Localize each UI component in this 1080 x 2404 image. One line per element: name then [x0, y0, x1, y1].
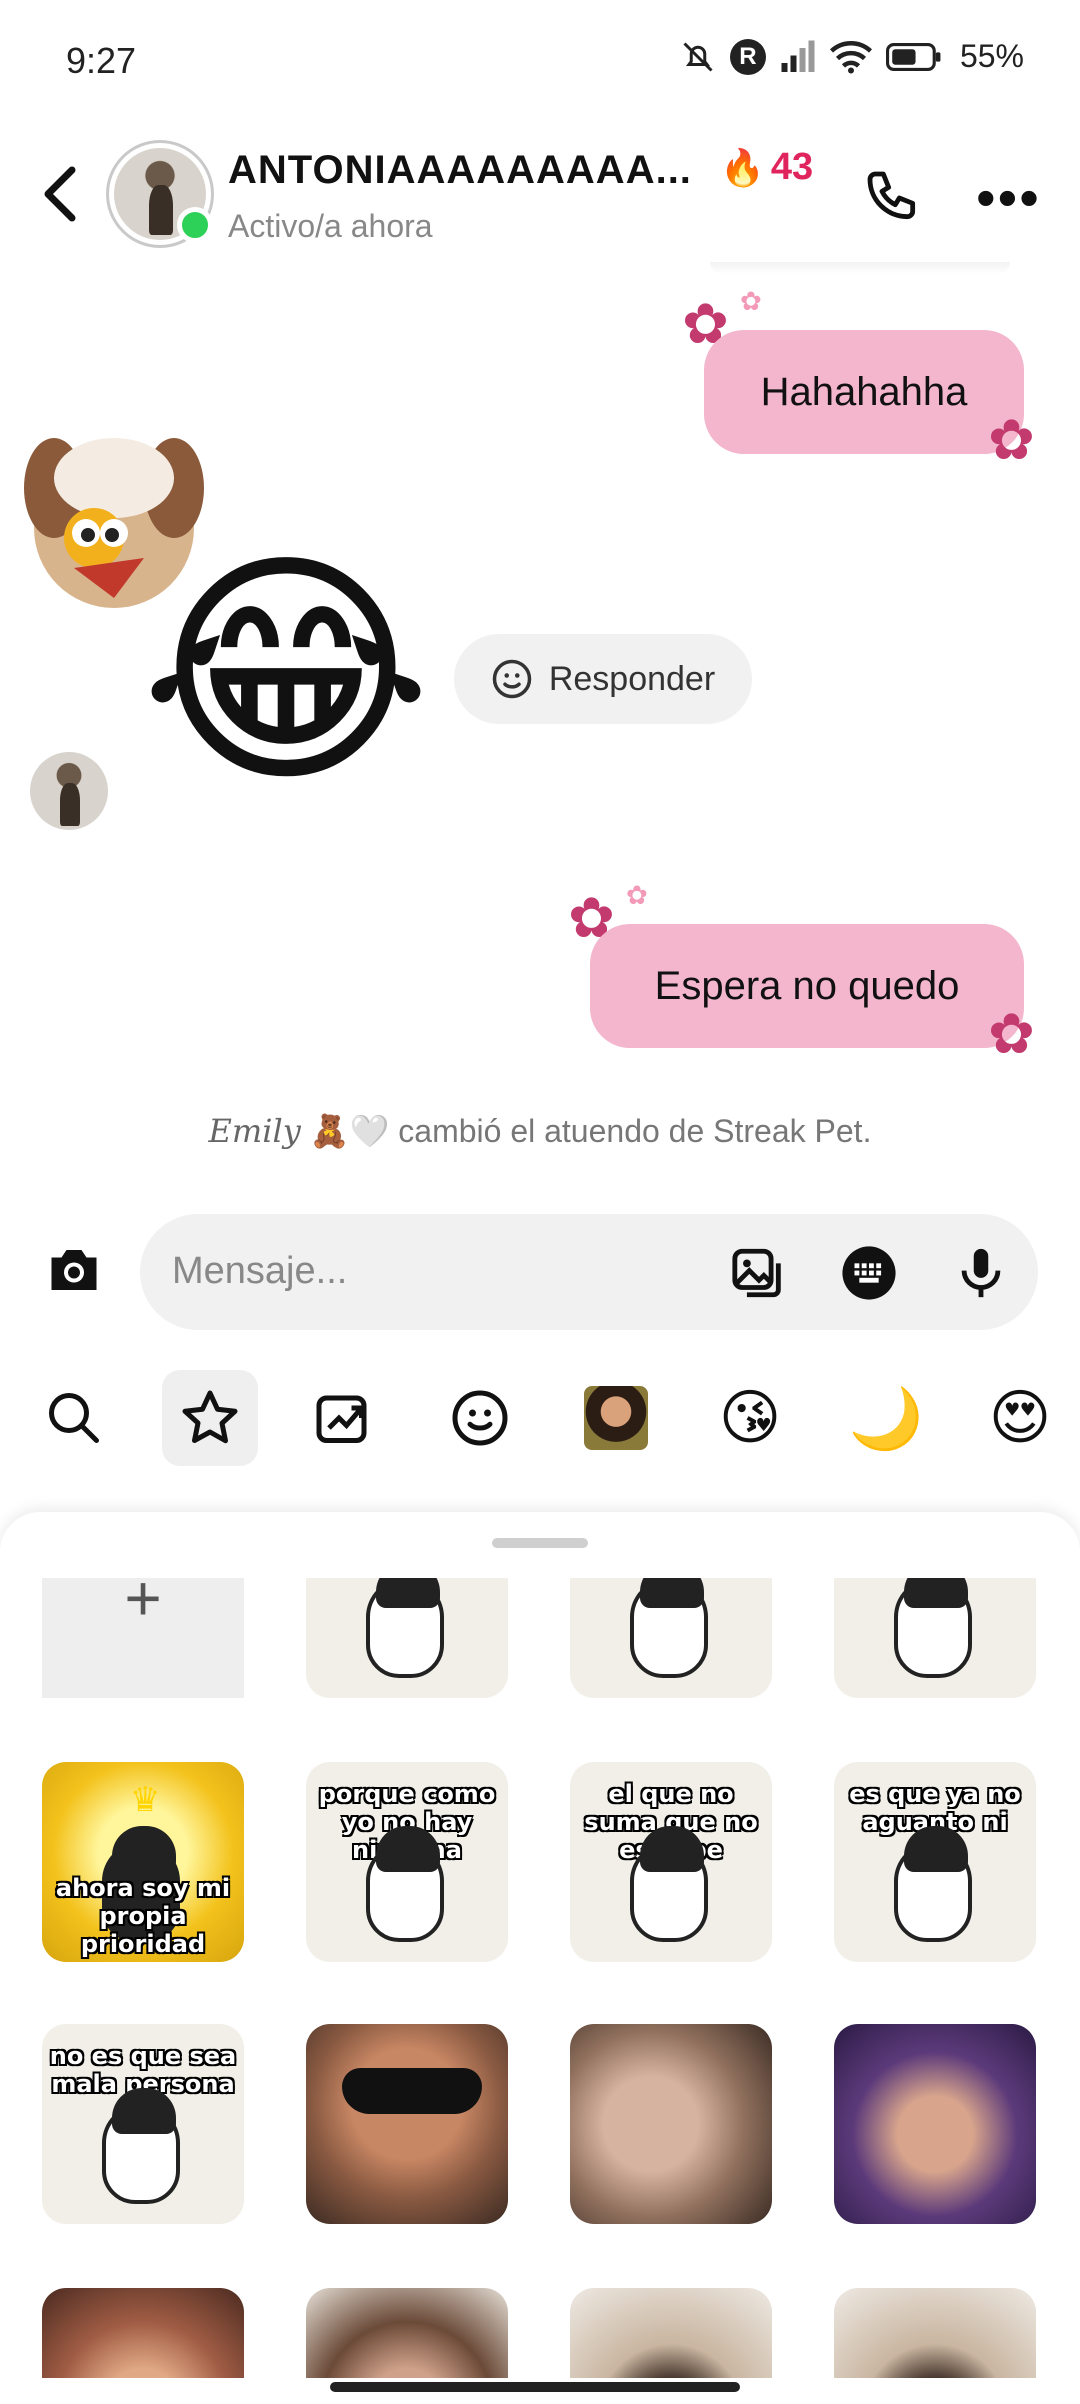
keyboard-icon[interactable]	[840, 1244, 898, 1302]
status-bar: 9:27 R 55%	[0, 0, 1080, 130]
search-icon[interactable]	[26, 1370, 122, 1466]
sticker-item[interactable]	[570, 2024, 772, 2224]
message-composer: Mensaje...	[0, 1206, 1080, 1336]
sheet-grabber[interactable]	[492, 1538, 588, 1548]
sticker-item[interactable]	[570, 1578, 772, 1698]
sticker-item[interactable]: es que ya no aguanto ni una	[834, 1762, 1036, 1962]
avatar-sticker-pack-icon[interactable]	[568, 1370, 664, 1466]
flower-decoration-icon: ✿	[988, 408, 1035, 471]
phone-call-icon[interactable]	[862, 166, 926, 230]
sender-avatar[interactable]	[30, 752, 108, 830]
streak-badge: 🔥 43	[720, 146, 813, 189]
flower-decoration-icon: ✿	[626, 880, 648, 910]
contact-name[interactable]: ANTONIAAAAAAAAA...	[228, 148, 692, 193]
message-bubble-outgoing[interactable]: Espera no quedo	[590, 924, 1024, 1048]
emoji-icon[interactable]	[432, 1370, 528, 1466]
kiss-emoji-pack-icon[interactable]: 😘	[702, 1370, 798, 1466]
sticker-item[interactable]: no es que sea mala persona	[42, 2024, 244, 2224]
message-input[interactable]: Mensaje...	[140, 1214, 1038, 1330]
gallery-icon[interactable]	[730, 1244, 788, 1302]
reply-label: Responder	[548, 659, 716, 698]
reply-button[interactable]: Responder	[454, 634, 752, 724]
sticker-item[interactable]	[834, 2024, 1036, 2224]
sticker-item[interactable]	[42, 2288, 244, 2378]
meme-character	[366, 1578, 444, 1678]
meme-character	[630, 1578, 708, 1678]
heart-eyes-pack-icon[interactable]: 😍	[972, 1370, 1068, 1466]
microphone-icon[interactable]	[952, 1244, 1010, 1302]
trending-icon[interactable]	[296, 1370, 392, 1466]
r-badge-icon: R	[729, 38, 766, 75]
previous-message-edge	[710, 262, 1010, 274]
status-icons: R 55%	[680, 38, 1024, 75]
fire-icon: 🔥	[720, 146, 765, 188]
teddy-bear-icon: 🧸🤍	[309, 1113, 390, 1149]
system-user-name: Emily	[208, 1112, 301, 1150]
sticker-item[interactable]: porque como yo no hay ninguna	[306, 1762, 508, 1962]
sunglasses-graphic	[342, 2068, 482, 2114]
sticker-item[interactable]	[306, 1578, 508, 1698]
online-indicator	[177, 207, 213, 243]
chat-header: ANTONIAAAAAAAAA... 🔥 43 Activo/a ahora •…	[0, 130, 1080, 260]
sticker-caption: ahora soy mi propia prioridad	[55, 1874, 231, 1958]
camera-icon[interactable]	[44, 1240, 104, 1300]
add-sticker-button[interactable]: +	[42, 1578, 244, 1698]
sticker-item[interactable]	[570, 2288, 772, 2378]
meme-character	[894, 1578, 972, 1678]
chat-thread[interactable]: ✿ ✿ Hahahahha ✿ 😂 Responder ✿ ✿ Espera n…	[0, 262, 1080, 1192]
flower-decoration-icon: ✿	[740, 286, 762, 316]
meme-character	[102, 2088, 180, 2204]
contact-avatar[interactable]	[106, 140, 214, 248]
message-text: Espera no quedo	[654, 963, 960, 1008]
status-time: 9:27	[66, 40, 137, 81]
message-placeholder: Mensaje...	[172, 1250, 348, 1292]
meme-character	[894, 1826, 972, 1942]
sticker-grid: + ♛ ahora soy mi propia prioridad porque…	[0, 1578, 1080, 2378]
sticker-sheet: + ♛ ahora soy mi propia prioridad porque…	[0, 1512, 1080, 2404]
sticker-item[interactable]	[306, 2024, 508, 2224]
crown-icon: ♛	[130, 1781, 161, 1819]
sticker-item[interactable]	[306, 2288, 508, 2378]
plus-icon: +	[124, 1578, 162, 1634]
sticker-item[interactable]: ♛ ahora soy mi propia prioridad	[42, 1762, 244, 1962]
home-indicator[interactable]	[330, 2382, 740, 2392]
signal-icon	[781, 40, 815, 72]
streak-count: 43	[770, 146, 814, 188]
sticker-category-bar: 😘 🌙 😍	[0, 1370, 1080, 1470]
message-text: Hahahahha	[760, 369, 968, 414]
mute-icon	[683, 41, 713, 72]
system-message: Emily 🧸🤍 cambió el atuendo de Streak Pet…	[0, 1112, 1080, 1150]
sticker-item[interactable]	[834, 1578, 1036, 1698]
sticker-item[interactable]	[834, 2288, 1036, 2378]
smiley-icon	[492, 659, 532, 699]
moon-pack-icon[interactable]: 🌙	[838, 1370, 934, 1466]
active-status: Activo/a ahora	[228, 208, 433, 244]
avatar-pack-image	[584, 1386, 648, 1450]
battery-percent: 55%	[959, 38, 1024, 74]
sticker-item[interactable]: el que no suma que no estorbe	[570, 1762, 772, 1962]
meme-character	[366, 1826, 444, 1942]
message-bubble-outgoing[interactable]: Hahahahha	[704, 330, 1024, 454]
favorites-star-icon[interactable]	[162, 1370, 258, 1466]
flower-decoration-icon: ✿	[988, 1002, 1035, 1065]
wifi-icon	[829, 40, 872, 73]
more-options-icon[interactable]: •••	[976, 170, 1041, 226]
battery-icon	[885, 42, 941, 71]
back-arrow-icon[interactable]	[36, 164, 84, 224]
system-message-text: cambió el atuendo de Streak Pet.	[398, 1113, 872, 1149]
meme-character	[630, 1826, 708, 1942]
laughing-tears-emoji[interactable]: 😂	[140, 532, 432, 812]
